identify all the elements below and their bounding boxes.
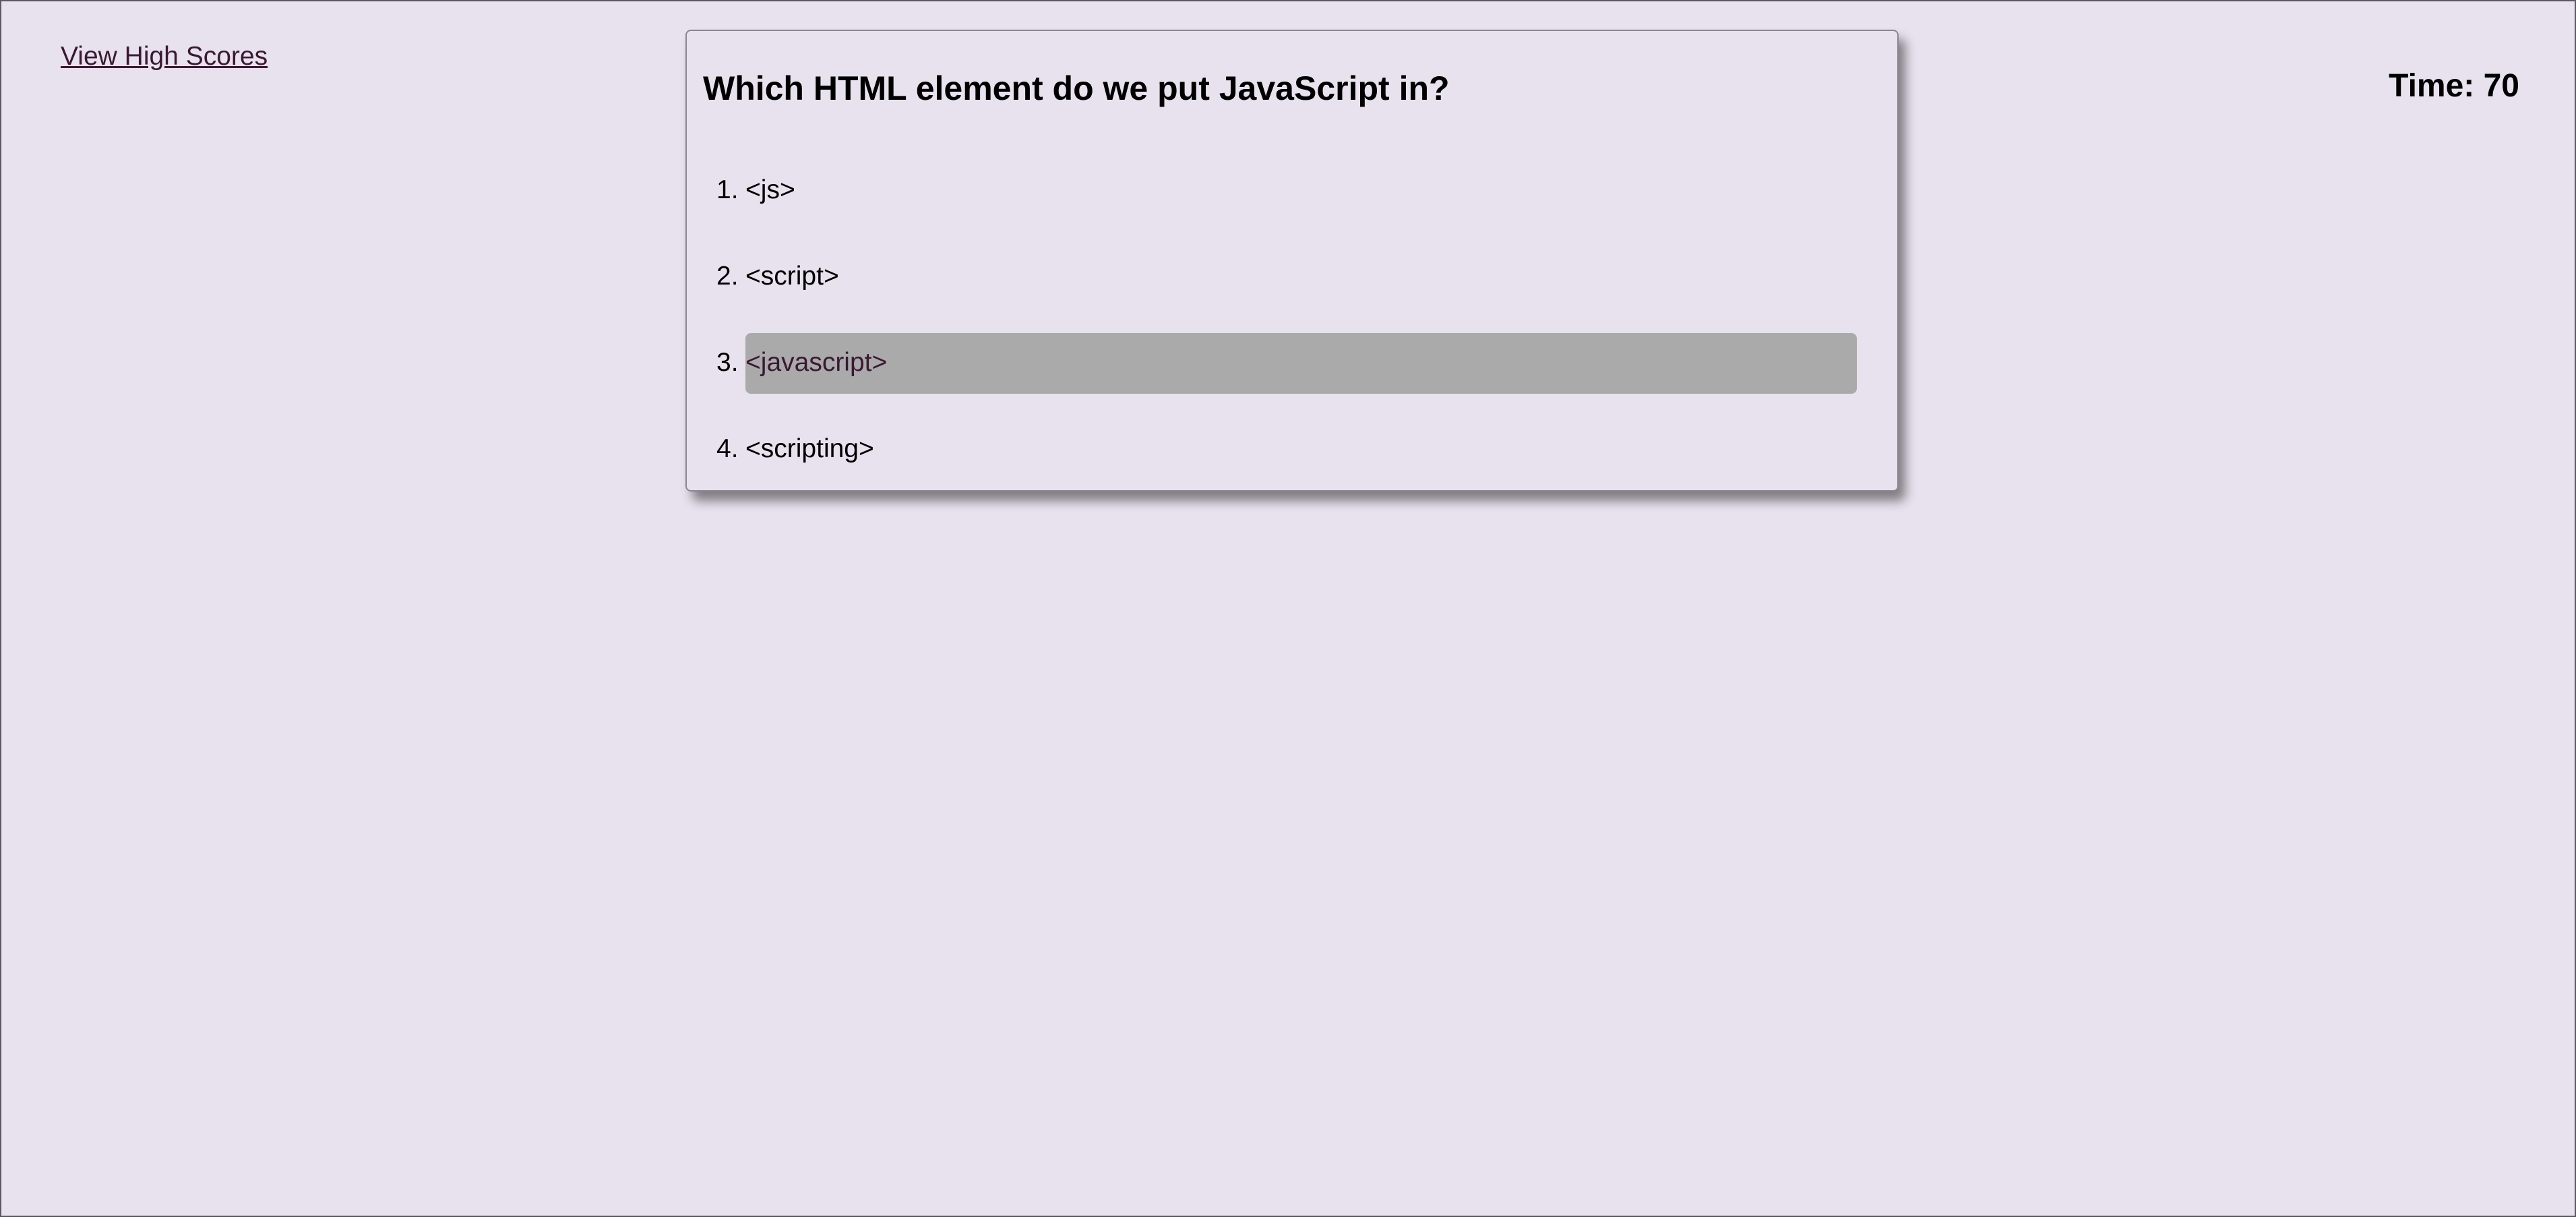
answer-text: <javascript> bbox=[745, 348, 888, 377]
quiz-card: Which HTML element do we put JavaScript … bbox=[685, 30, 1899, 492]
timer-label: Time: 70 bbox=[2389, 68, 2519, 104]
answer-text: <js> bbox=[745, 175, 795, 204]
answer-text: <scripting> bbox=[745, 434, 874, 463]
question-title: Which HTML element do we put JavaScript … bbox=[703, 69, 1450, 107]
answer-option-2[interactable]: 2. <script> bbox=[687, 247, 1897, 307]
answer-number: 3. bbox=[716, 348, 739, 377]
answer-text: <script> bbox=[745, 262, 839, 291]
answer-highlight bbox=[745, 160, 1857, 221]
answer-option-4[interactable]: 4. <scripting> bbox=[687, 419, 1897, 480]
answer-highlight bbox=[745, 333, 1857, 394]
answer-number: 4. bbox=[716, 434, 739, 463]
view-high-scores-link[interactable]: View High Scores bbox=[61, 42, 268, 71]
answer-highlight bbox=[745, 247, 1857, 307]
answer-option-3[interactable]: 3. <javascript> bbox=[687, 333, 1897, 394]
timer: Time: 70 bbox=[2389, 67, 2519, 105]
answer-number: 2. bbox=[716, 262, 739, 291]
answer-number: 1. bbox=[716, 175, 739, 204]
answer-list: 1. <js> 2. <script> 3. <javascript> 4. <… bbox=[687, 160, 1897, 506]
answer-highlight bbox=[745, 419, 1857, 480]
answer-option-1[interactable]: 1. <js> bbox=[687, 160, 1897, 221]
